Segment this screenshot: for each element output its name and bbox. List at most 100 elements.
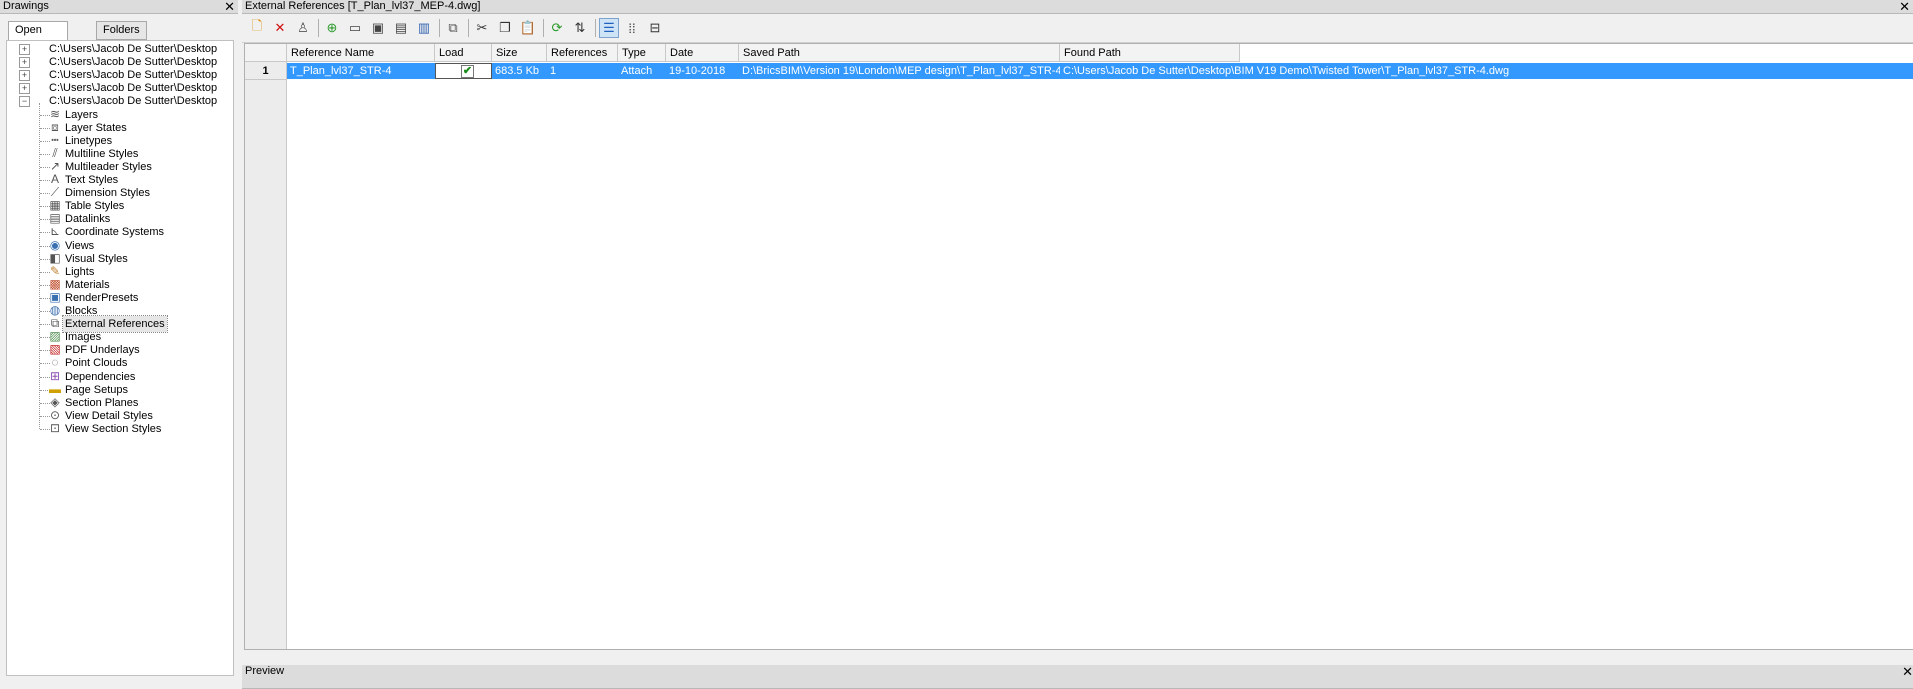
unload-icon: ▤	[394, 20, 408, 35]
path-icon: ⧉	[448, 20, 458, 35]
list-view-button[interactable]: ⁞⁞	[622, 18, 642, 38]
drawings-panel: Drawings ✕ Open Drawings Folders +C:\Use…	[0, 0, 238, 676]
tab-open-drawings[interactable]: Open Drawings	[8, 21, 68, 53]
list-view-icon: ⁞⁞	[628, 20, 636, 36]
multiline-styles-icon: ⫽	[52, 145, 58, 160]
close-icon[interactable]: ✕	[1899, 0, 1910, 13]
bind-icon: ♙	[297, 20, 309, 35]
blocks-icon: ◍	[49, 303, 61, 317]
toolbar-separator	[543, 19, 544, 37]
section-planes-icon: ◈	[50, 394, 60, 409]
tree-view-icon: ⊟	[649, 20, 661, 35]
copy-icon: ❐	[499, 20, 511, 35]
swap-icon: ⇅	[574, 20, 586, 35]
toolbar-separator	[439, 19, 440, 37]
dimension-styles-icon: ⟋	[50, 185, 60, 200]
load-cell[interactable]: ✔	[435, 63, 492, 79]
column-header[interactable]: Date	[666, 44, 739, 62]
cut-icon: ✂	[476, 20, 488, 35]
row-number: 1	[245, 63, 286, 80]
row-header-column	[245, 44, 287, 649]
preview-title-text: Preview	[245, 665, 285, 677]
xref-title-text: External References [T_Plan_lvl37_MEP-4.…	[245, 0, 481, 12]
tree-item-label: View Section Styles	[65, 422, 162, 435]
load-checkbox[interactable]: ✔	[461, 65, 474, 78]
visual-styles-icon: ◧	[49, 250, 61, 265]
toolbar-separator	[468, 19, 469, 37]
column-header[interactable]: Found Path	[1060, 44, 1240, 62]
column-header[interactable]: Size	[492, 44, 547, 62]
toolbar-separator	[595, 19, 596, 37]
cut-button[interactable]: ✂	[472, 18, 492, 38]
layer-states-icon: ⧈	[51, 119, 59, 134]
close-icon[interactable]: ✕	[224, 0, 235, 13]
unload-button[interactable]: ▤	[391, 18, 411, 38]
attach-button[interactable]: ⊕	[322, 18, 342, 38]
xref-panel-title: External References [T_Plan_lvl37_MEP-4.…	[242, 0, 1913, 14]
xref-grid[interactable]: Reference Name Load Size References Type Date…	[244, 43, 1913, 650]
paste-icon: 📋	[519, 20, 537, 35]
new-xref-icon: 🗋	[251, 18, 263, 33]
swap-button[interactable]: ⇅	[570, 18, 590, 38]
multileader-styles-icon: ↗	[49, 158, 61, 173]
cell-references: 1	[550, 65, 557, 77]
paste-button[interactable]: 📋	[518, 18, 538, 38]
drawings-tree[interactable]: + C:\Users\Jacob De Sutter\Desktop + C:\Use…	[6, 40, 234, 676]
pdf-underlays-icon: ▧	[49, 342, 61, 357]
bind-button[interactable]: ♙	[293, 18, 313, 38]
reload-icon: ▣	[371, 20, 385, 35]
column-header[interactable]: Load	[435, 44, 492, 62]
preview-panel-title: Preview ✕	[242, 665, 1913, 689]
cell-saved-path: D:\BricsBIM\Version 19\London\MEP design…	[742, 65, 1060, 77]
cell-date: 19-10-2018	[669, 65, 726, 77]
cell-found-path: C:\Users\Jacob De Sutter\Desktop\BIM V19…	[1063, 65, 1510, 77]
column-header[interactable]: Saved Path	[739, 44, 1060, 62]
cell-name: T_Plan_lvl37_STR-4	[290, 65, 392, 77]
close-icon[interactable]: ✕	[1902, 665, 1913, 678]
new-xref-button[interactable]: 🗋	[247, 18, 267, 38]
cell-type: Attach	[621, 65, 653, 77]
tab-folders[interactable]: Folders	[96, 21, 147, 40]
render-presets-icon: ▣	[49, 289, 61, 304]
column-header[interactable]: Type	[618, 44, 666, 62]
path-button[interactable]: ⧉	[443, 18, 463, 38]
delete-button[interactable]: ✕	[270, 18, 290, 38]
layers-icon: ≋	[49, 106, 61, 121]
details-view-icon: ☰	[603, 20, 615, 35]
open-button[interactable]: ▥	[414, 18, 434, 38]
external-references-panel: External References [T_Plan_lvl37_MEP-4.…	[242, 0, 1913, 689]
column-header[interactable]: References	[547, 44, 618, 62]
toolbar-separator	[318, 19, 319, 37]
linetypes-icon: ┅	[51, 132, 59, 147]
delete-icon: ✕	[274, 20, 286, 35]
table-row[interactable]: 1 T_Plan_lvl37_STR-4 ✔ 683.5 Kb 1 Attach 19-10…	[245, 63, 1913, 80]
tree-view-button[interactable]: ⊟	[645, 18, 665, 38]
coordinate-systems-icon: ⊾	[49, 224, 61, 239]
dependencies-icon: ⊞	[49, 368, 61, 383]
view-detail-styles-icon: ⊙	[49, 407, 61, 422]
details-view-button[interactable]: ☰	[599, 18, 619, 38]
detach-icon: ▭	[348, 20, 362, 35]
page-setups-icon: ▬	[49, 381, 61, 396]
images-icon: ▨	[49, 329, 61, 344]
table-styles-icon: ▦	[49, 198, 61, 213]
drawings-title-text: Drawings	[3, 0, 49, 12]
external-references-icon: ⧉	[50, 316, 60, 331]
views-icon: ◉	[49, 237, 61, 252]
lights-icon: ✎	[49, 263, 61, 278]
xref-toolbar: 🗋 ✕ ♙ ⊕ ▭ ▣ ▤ ▥ ⧉ ✂ ❐ 📋 ⟳ ⇅ ☰ ⁞⁞ ⊟	[242, 14, 1913, 43]
detach-button[interactable]: ▭	[345, 18, 365, 38]
open-icon: ▥	[417, 20, 431, 35]
reload-button[interactable]: ▣	[368, 18, 388, 38]
point-clouds-icon: ◌	[51, 355, 59, 370]
drawings-panel-title: Drawings ✕	[0, 0, 238, 14]
copy-button[interactable]: ❐	[495, 18, 515, 38]
refresh-button[interactable]: ⟳	[547, 18, 567, 38]
column-header[interactable]: Reference Name	[287, 44, 435, 62]
text-styles-icon: A	[50, 172, 59, 186]
materials-icon: ▩	[49, 276, 61, 291]
cell-size: 683.5 Kb	[495, 65, 540, 77]
datalinks-icon: ▤	[49, 211, 61, 226]
tree-item-view-section-styles[interactable]: ⊡ View Section Styles	[7, 421, 233, 437]
attach-icon: ⊕	[326, 20, 338, 35]
